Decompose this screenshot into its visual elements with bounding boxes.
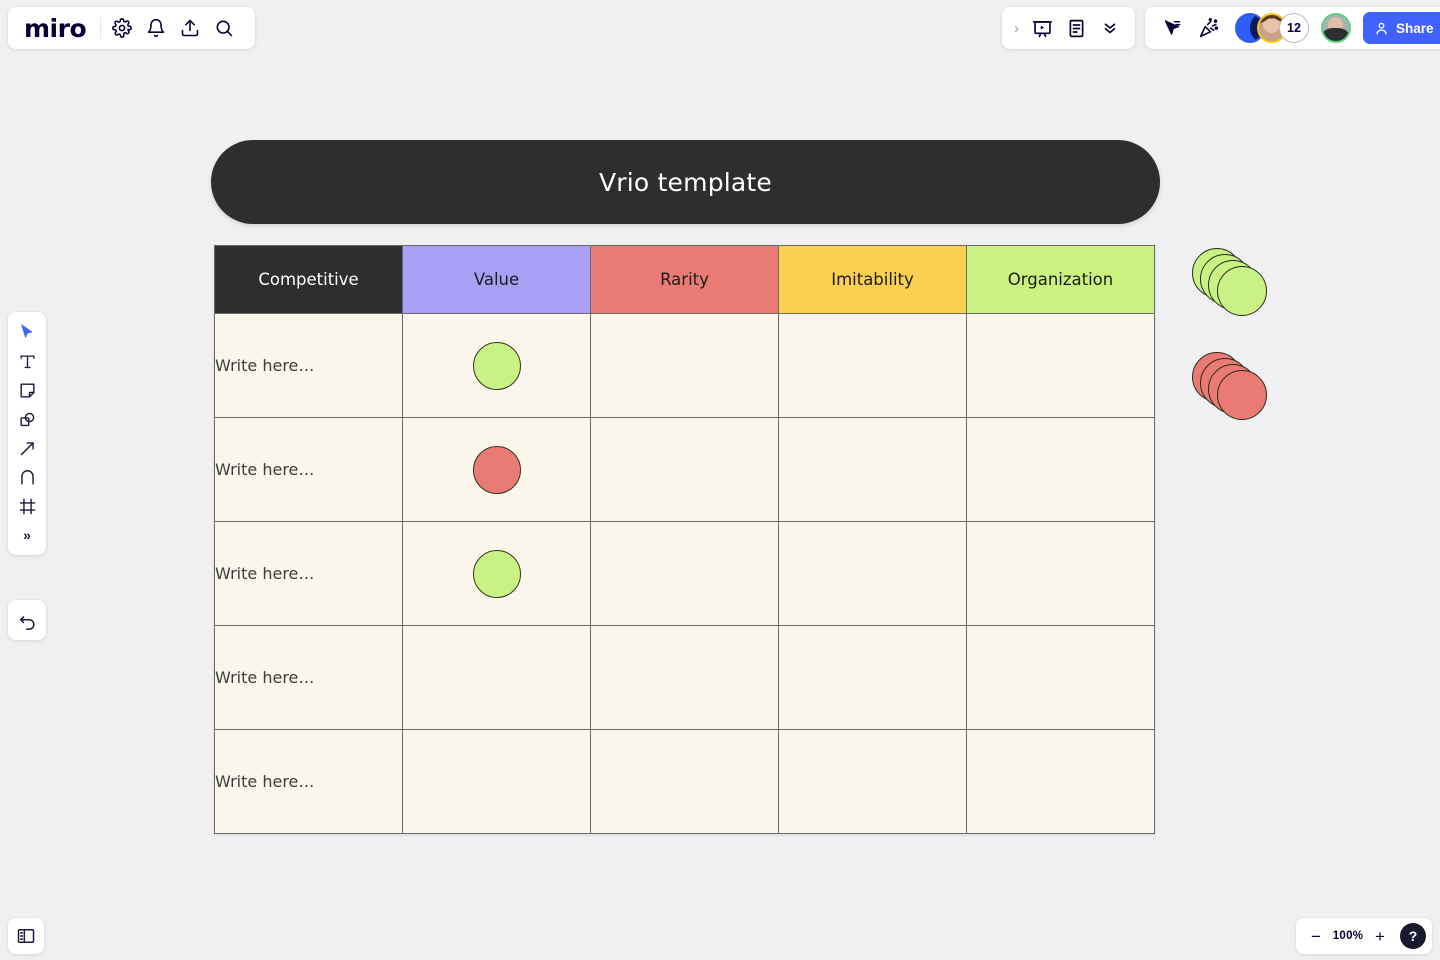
row-value-cell[interactable] <box>402 625 591 730</box>
red-dot-sticker[interactable] <box>1217 370 1267 420</box>
upload-icon[interactable] <box>173 11 207 45</box>
row-imitability-cell[interactable] <box>778 625 967 730</box>
row-label-cell[interactable]: Write here… <box>214 417 403 522</box>
miro-logo[interactable]: miro <box>24 16 100 41</box>
table-header-competitive[interactable]: Competitive <box>214 245 403 314</box>
chevron-double-down-icon[interactable] <box>1093 11 1127 45</box>
top-left-toolbar: miro <box>8 7 256 49</box>
help-button[interactable]: ? <box>1400 923 1426 949</box>
celebrate-icon[interactable] <box>1191 11 1225 45</box>
row-value-cell[interactable] <box>402 729 591 834</box>
row-label-cell[interactable]: Write here… <box>214 521 403 626</box>
board-canvas[interactable]: miro › 12 Share » Vrio template Competit… <box>0 0 1440 960</box>
vrio-table[interactable]: Competitive Value Rarity Imitability Org… <box>214 245 1155 834</box>
table-header-value[interactable]: Value <box>402 245 591 314</box>
green-dot-marker[interactable] <box>472 341 521 390</box>
row-rarity-cell[interactable] <box>590 521 779 626</box>
row-label-cell[interactable]: Write here… <box>214 625 403 730</box>
shapes-tool[interactable] <box>12 405 42 433</box>
top-right-toolbar-views: › <box>1002 7 1135 49</box>
toolbar-divider <box>100 17 102 39</box>
row-rarity-cell[interactable] <box>590 625 779 730</box>
row-value-cell[interactable] <box>402 417 591 522</box>
document-icon[interactable] <box>1059 11 1093 45</box>
zoom-in-button[interactable]: + <box>1368 923 1392 949</box>
row-label-cell[interactable]: Write here… <box>214 313 403 418</box>
sticky-note-tool[interactable] <box>12 376 42 404</box>
gear-icon[interactable] <box>105 11 139 45</box>
connector-tool[interactable] <box>12 434 42 462</box>
table-row: Write here… <box>214 729 1155 834</box>
zoom-toolbar: − 100% + ? <box>1296 918 1432 954</box>
pen-tool[interactable] <box>12 463 42 491</box>
undo-toolbar <box>8 600 46 640</box>
table-row: Write here… <box>214 625 1155 730</box>
board-title-shape[interactable]: Vrio template <box>211 140 1160 224</box>
red-dot-marker[interactable] <box>472 445 521 494</box>
sidebar-panel-icon <box>17 929 35 943</box>
chevron-right-icon[interactable]: › <box>1010 20 1025 37</box>
row-rarity-cell[interactable] <box>590 729 779 834</box>
select-tool[interactable] <box>12 318 42 346</box>
row-rarity-cell[interactable] <box>590 313 779 418</box>
row-imitability-cell[interactable] <box>778 313 967 418</box>
row-label-cell[interactable]: Write here… <box>214 729 403 834</box>
table-body: Write here… Write here… Write here… Writ… <box>214 313 1155 834</box>
row-organization-cell[interactable] <box>966 417 1155 522</box>
person-icon <box>1376 22 1387 34</box>
left-toolbar: » <box>8 312 46 555</box>
row-organization-cell[interactable] <box>966 313 1155 418</box>
table-header-organization[interactable]: Organization <box>966 245 1155 314</box>
top-right-toolbar-collab: 12 Share <box>1145 7 1440 49</box>
table-header-imitability[interactable]: Imitability <box>778 245 967 314</box>
avatar-overflow-count[interactable]: 12 <box>1279 13 1309 43</box>
table-header-rarity[interactable]: Rarity <box>590 245 779 314</box>
collaborator-cursors-icon[interactable] <box>1155 11 1189 45</box>
table-row: Write here… <box>214 313 1155 418</box>
row-organization-cell[interactable] <box>966 521 1155 626</box>
green-dot-stack[interactable] <box>1192 248 1272 328</box>
table-header-row: Competitive Value Rarity Imitability Org… <box>214 245 1155 314</box>
frame-tool[interactable] <box>12 492 42 520</box>
share-button-label: Share <box>1396 20 1434 36</box>
green-dot-sticker[interactable] <box>1217 266 1267 316</box>
presentation-icon[interactable] <box>1025 11 1059 45</box>
avatar-current-user[interactable] <box>1321 13 1351 43</box>
table-row: Write here… <box>214 521 1155 626</box>
zoom-level-label[interactable]: 100% <box>1330 930 1366 942</box>
share-button[interactable]: Share <box>1363 12 1440 44</box>
red-dot-stack[interactable] <box>1192 352 1272 432</box>
collaborator-avatars: 12 <box>1235 13 1351 43</box>
table-row: Write here… <box>214 417 1155 522</box>
panel-toggle-button[interactable] <box>8 918 44 954</box>
undo-icon[interactable] <box>12 606 42 634</box>
row-imitability-cell[interactable] <box>778 729 967 834</box>
row-imitability-cell[interactable] <box>778 521 967 626</box>
row-imitability-cell[interactable] <box>778 417 967 522</box>
more-tools-button[interactable]: » <box>12 521 42 549</box>
row-organization-cell[interactable] <box>966 729 1155 834</box>
text-tool[interactable] <box>12 347 42 375</box>
bell-icon[interactable] <box>139 11 173 45</box>
row-value-cell[interactable] <box>402 521 591 626</box>
green-dot-marker[interactable] <box>472 549 521 598</box>
board-title-text: Vrio template <box>598 167 773 197</box>
row-rarity-cell[interactable] <box>590 417 779 522</box>
zoom-out-button[interactable]: − <box>1304 923 1328 949</box>
row-value-cell[interactable] <box>402 313 591 418</box>
row-organization-cell[interactable] <box>966 625 1155 730</box>
search-icon[interactable] <box>207 11 241 45</box>
